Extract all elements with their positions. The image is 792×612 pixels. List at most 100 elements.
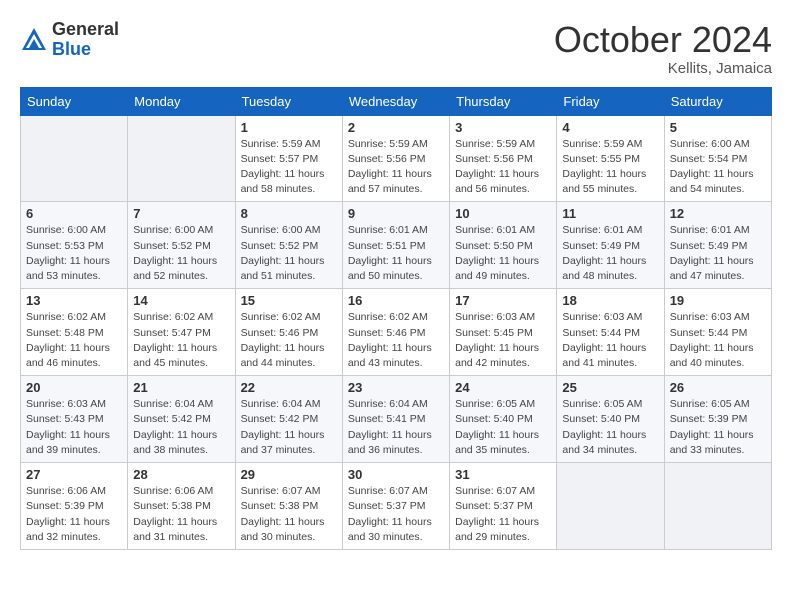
day-info: Sunrise: 6:00 AM Sunset: 5:54 PM Dayligh… [670,137,766,198]
day-info: Sunrise: 6:05 AM Sunset: 5:40 PM Dayligh… [562,397,658,458]
calendar-cell: 23 Sunrise: 6:04 AM Sunset: 5:41 PM Dayli… [342,376,449,463]
day-number: 18 [562,293,658,308]
day-info: Sunrise: 6:04 AM Sunset: 5:41 PM Dayligh… [348,397,444,458]
calendar-cell: 22Sunrise: 6:04 AM Sunset: 5:42 PM Dayli… [235,376,342,463]
logo: General Blue [20,20,119,60]
day-info: Sunrise: 6:04 AM Sunset: 5:42 PM Dayligh… [241,397,337,458]
day-number: 7 [133,206,229,221]
calendar: SundayMondayTuesdayWednesdayThursdayFrid… [20,87,772,550]
page-header: General Blue October 2024 Kellits, Jamai… [20,20,772,77]
day-number: 29 [241,467,337,482]
day-info: Sunrise: 6:01 AM Sunset: 5:49 PM Dayligh… [562,223,658,284]
calendar-cell: 12 Sunrise: 6:01 AM Sunset: 5:49 PM Dayli… [664,202,771,289]
day-number: 20 [26,380,122,395]
weekday-header: Wednesday [342,87,449,115]
calendar-cell: 18 Sunrise: 6:03 AM Sunset: 5:44 PM Dayli… [557,289,664,376]
calendar-cell: 7 Sunrise: 6:00 AM Sunset: 5:52 PM Daylig… [128,202,235,289]
day-info: Sunrise: 6:06 AM Sunset: 5:39 PM Dayligh… [26,484,122,545]
calendar-cell: 30Sunrise: 6:07 AM Sunset: 5:37 PM Dayli… [342,463,449,550]
day-number: 6 [26,206,122,221]
day-info: Sunrise: 6:06 AM Sunset: 5:38 PM Dayligh… [133,484,229,545]
weekday-header: Thursday [450,87,557,115]
calendar-cell: 16 Sunrise: 6:02 AM Sunset: 5:46 PM Dayli… [342,289,449,376]
day-number: 2 [348,120,444,135]
day-info: Sunrise: 5:59 AM Sunset: 5:56 PM Dayligh… [348,137,444,198]
day-info: Sunrise: 6:02 AM Sunset: 5:46 PM Dayligh… [348,310,444,371]
calendar-cell: 25 Sunrise: 6:05 AM Sunset: 5:40 PM Dayli… [557,376,664,463]
title-block: October 2024 Kellits, Jamaica [554,20,772,77]
calendar-cell: 21 Sunrise: 6:04 AM Sunset: 5:42 PM Dayli… [128,376,235,463]
day-info: Sunrise: 6:07 AM Sunset: 5:37 PM Dayligh… [348,484,444,545]
day-info: Sunrise: 6:07 AM Sunset: 5:37 PM Dayligh… [455,484,551,545]
day-info: Sunrise: 6:01 AM Sunset: 5:50 PM Dayligh… [455,223,551,284]
day-number: 11 [562,206,658,221]
weekday-header: Friday [557,87,664,115]
calendar-cell: 6 Sunrise: 6:00 AM Sunset: 5:53 PM Daylig… [21,202,128,289]
day-number: 31 [455,467,551,482]
calendar-cell: 1 Sunrise: 5:59 AM Sunset: 5:57 PM Daylig… [235,115,342,202]
day-info: Sunrise: 5:59 AM Sunset: 5:55 PM Dayligh… [562,137,658,198]
calendar-cell: 9Sunrise: 6:01 AM Sunset: 5:51 PM Daylig… [342,202,449,289]
day-info: Sunrise: 6:03 AM Sunset: 5:45 PM Dayligh… [455,310,551,371]
day-number: 21 [133,380,229,395]
day-info: Sunrise: 6:04 AM Sunset: 5:42 PM Dayligh… [133,397,229,458]
calendar-cell: 19Sunrise: 6:03 AM Sunset: 5:44 PM Dayli… [664,289,771,376]
calendar-week-row: 1 Sunrise: 5:59 AM Sunset: 5:57 PM Daylig… [21,115,772,202]
location: Kellits, Jamaica [554,60,772,77]
calendar-cell: 13 Sunrise: 6:02 AM Sunset: 5:48 PM Dayli… [21,289,128,376]
calendar-cell: 17 Sunrise: 6:03 AM Sunset: 5:45 PM Dayli… [450,289,557,376]
day-number: 27 [26,467,122,482]
day-number: 4 [562,120,658,135]
calendar-week-row: 27 Sunrise: 6:06 AM Sunset: 5:39 PM Dayli… [21,463,772,550]
calendar-week-row: 6 Sunrise: 6:00 AM Sunset: 5:53 PM Daylig… [21,202,772,289]
day-number: 26 [670,380,766,395]
calendar-cell: 29 Sunrise: 6:07 AM Sunset: 5:38 PM Dayli… [235,463,342,550]
day-info: Sunrise: 5:59 AM Sunset: 5:56 PM Dayligh… [455,137,551,198]
weekday-header: Sunday [21,87,128,115]
calendar-cell: 8 Sunrise: 6:00 AM Sunset: 5:52 PM Daylig… [235,202,342,289]
day-number: 25 [562,380,658,395]
day-info: Sunrise: 6:07 AM Sunset: 5:38 PM Dayligh… [241,484,337,545]
day-number: 19 [670,293,766,308]
day-info: Sunrise: 6:03 AM Sunset: 5:43 PM Dayligh… [26,397,122,458]
day-info: Sunrise: 6:02 AM Sunset: 5:48 PM Dayligh… [26,310,122,371]
day-number: 10 [455,206,551,221]
day-info: Sunrise: 6:01 AM Sunset: 5:49 PM Dayligh… [670,223,766,284]
logo-icon [20,26,48,54]
day-number: 16 [348,293,444,308]
weekday-header: Tuesday [235,87,342,115]
day-info: Sunrise: 5:59 AM Sunset: 5:57 PM Dayligh… [241,137,337,198]
day-number: 14 [133,293,229,308]
weekday-header-row: SundayMondayTuesdayWednesdayThursdayFrid… [21,87,772,115]
day-info: Sunrise: 6:00 AM Sunset: 5:52 PM Dayligh… [241,223,337,284]
day-number: 23 [348,380,444,395]
day-number: 17 [455,293,551,308]
weekday-header: Saturday [664,87,771,115]
weekday-header: Monday [128,87,235,115]
day-number: 1 [241,120,337,135]
calendar-cell [128,115,235,202]
day-number: 24 [455,380,551,395]
calendar-cell: 24 Sunrise: 6:05 AM Sunset: 5:40 PM Dayli… [450,376,557,463]
day-number: 15 [241,293,337,308]
day-info: Sunrise: 6:03 AM Sunset: 5:44 PM Dayligh… [562,310,658,371]
calendar-cell: 3 Sunrise: 5:59 AM Sunset: 5:56 PM Daylig… [450,115,557,202]
calendar-cell: 31 Sunrise: 6:07 AM Sunset: 5:37 PM Dayli… [450,463,557,550]
day-info: Sunrise: 6:05 AM Sunset: 5:40 PM Dayligh… [455,397,551,458]
day-info: Sunrise: 6:02 AM Sunset: 5:46 PM Dayligh… [241,310,337,371]
day-number: 12 [670,206,766,221]
calendar-cell: 14Sunrise: 6:02 AM Sunset: 5:47 PM Dayli… [128,289,235,376]
calendar-cell: 4 Sunrise: 5:59 AM Sunset: 5:55 PM Daylig… [557,115,664,202]
calendar-cell: 11 Sunrise: 6:01 AM Sunset: 5:49 PM Dayli… [557,202,664,289]
calendar-cell: 20 Sunrise: 6:03 AM Sunset: 5:43 PM Dayli… [21,376,128,463]
day-number: 13 [26,293,122,308]
day-info: Sunrise: 6:00 AM Sunset: 5:53 PM Dayligh… [26,223,122,284]
calendar-cell: 10 Sunrise: 6:01 AM Sunset: 5:50 PM Dayli… [450,202,557,289]
day-number: 8 [241,206,337,221]
calendar-cell: 5Sunrise: 6:00 AM Sunset: 5:54 PM Daylig… [664,115,771,202]
day-number: 3 [455,120,551,135]
day-info: Sunrise: 6:00 AM Sunset: 5:52 PM Dayligh… [133,223,229,284]
month-title: October 2024 [554,20,772,60]
calendar-cell [664,463,771,550]
day-number: 9 [348,206,444,221]
